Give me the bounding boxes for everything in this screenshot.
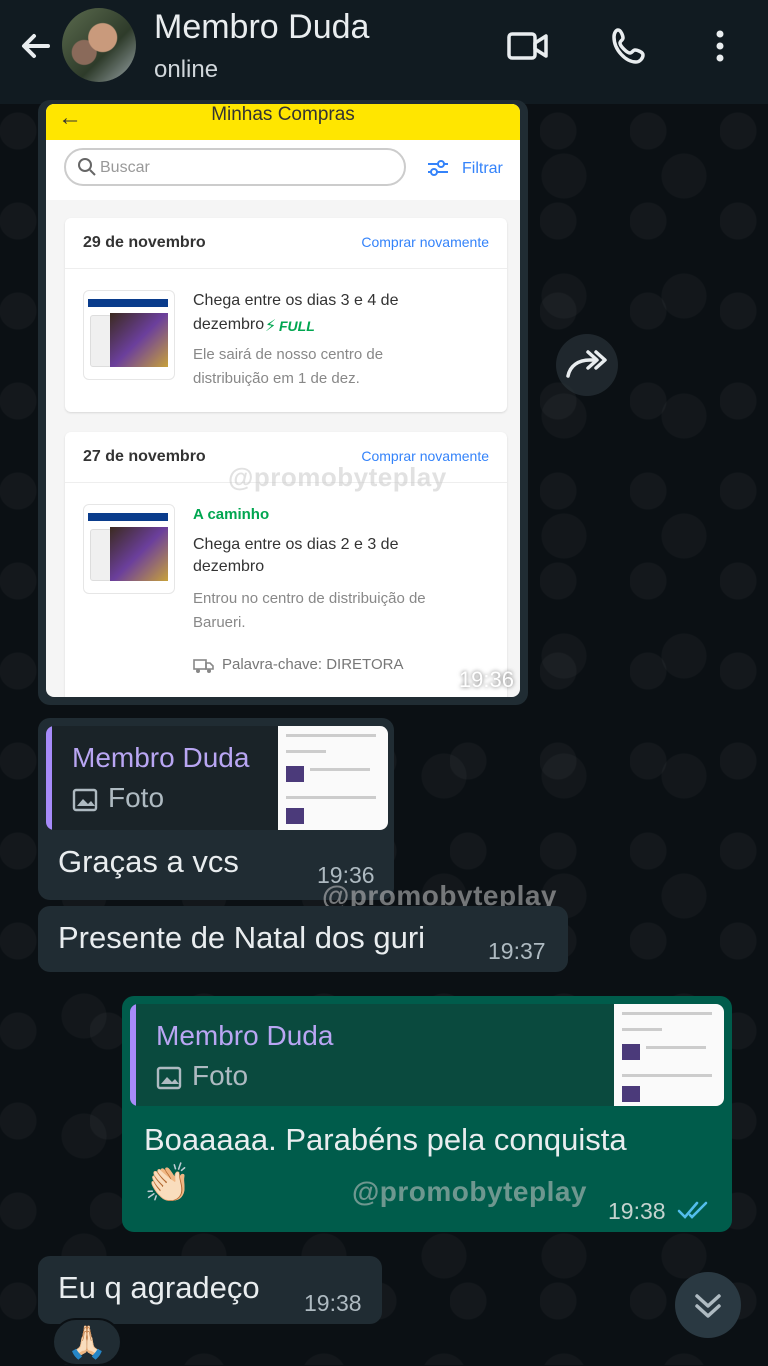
quote-thumbnail	[614, 1004, 724, 1106]
photo-icon	[156, 1066, 182, 1090]
order-eta-line1: Chega entre os dias 2 e 3 de	[193, 536, 399, 553]
message-time: 19:38	[304, 1290, 362, 1316]
order-sub-line2: Barueri.	[193, 614, 246, 631]
screenshot-filter-label: Filtrar	[462, 160, 503, 177]
screenshot-search-field: Buscar	[64, 148, 406, 186]
clapping-emoji: 👏🏻	[144, 1163, 192, 1205]
photo-icon	[72, 788, 98, 812]
order-date: 27 de novembro	[83, 448, 206, 465]
order-eta-line2: dezembro	[193, 316, 265, 333]
chat-header: Membro Duda online	[0, 0, 768, 104]
message-time: 19:38	[608, 1198, 666, 1224]
order-card: 29 de novembro Comprar novamente Chega e…	[65, 218, 507, 412]
message-time: 19:37	[488, 938, 546, 964]
product-image	[83, 504, 175, 594]
buy-again-link: Comprar novamente	[361, 234, 489, 250]
scroll-down-icon	[695, 1294, 721, 1318]
more-vert-icon[interactable]	[698, 24, 742, 68]
contact-status: online	[154, 56, 219, 83]
watermark: @promobyteplay	[228, 462, 447, 492]
quote-author: Membro Duda	[156, 1020, 334, 1051]
back-arrow-icon[interactable]	[16, 26, 56, 66]
order-date: 29 de novembro	[83, 234, 206, 251]
watermark: @promobyteplay	[352, 1176, 588, 1207]
order-eta-line1: Chega entre os dias 3 e 4 de	[193, 292, 399, 309]
quote-type: Foto	[108, 782, 165, 813]
message-reaction[interactable]: 🙏🏻	[52, 1318, 122, 1366]
order-sub-line2: distribuição em 1 de dez.	[193, 370, 360, 387]
quote-type: Foto	[192, 1060, 249, 1091]
forward-icon	[566, 350, 607, 378]
lightning-icon: ⚡	[265, 318, 277, 335]
phone-icon[interactable]	[608, 24, 652, 68]
full-badge: FULL	[279, 318, 315, 334]
double-check-icon	[677, 1201, 708, 1219]
quote-accent-bar	[130, 1004, 136, 1106]
order-keyword: Palavra-chave: DIRETORA	[222, 656, 404, 673]
quoted-message[interactable]: Membro Duda Foto	[130, 1004, 724, 1106]
incoming-message[interactable]: Eu q agradeço 19:38	[38, 1256, 382, 1324]
message-text: Eu q agradeço	[58, 1270, 260, 1305]
quoted-message[interactable]: Membro Duda Foto	[46, 726, 388, 830]
incoming-message[interactable]: Membro Duda Foto Graças a vcs 19:36	[38, 718, 394, 900]
search-icon	[78, 158, 96, 176]
truck-icon	[193, 659, 214, 673]
scroll-down-button[interactable]	[675, 1272, 741, 1338]
screenshot-search-row: Buscar Filtrar	[46, 140, 520, 200]
product-image	[83, 290, 175, 380]
message-text: Presente de Natal dos guri	[58, 920, 426, 955]
filter-icon	[428, 160, 448, 176]
incoming-message[interactable]: Presente de Natal dos guri 19:37	[38, 906, 568, 972]
quote-thumbnail	[278, 726, 388, 830]
order-card-header: 29 de novembro Comprar novamente	[65, 218, 507, 269]
order-status: A caminho	[193, 506, 270, 523]
quote-author: Membro Duda	[72, 742, 250, 773]
order-sub-line1: Ele sairá de nosso centro de	[193, 346, 384, 363]
video-call-icon[interactable]	[506, 24, 550, 68]
screenshot-title: Minhas Compras	[211, 104, 355, 125]
screenshot-search-placeholder: Buscar	[100, 159, 150, 176]
quote-accent-bar	[46, 726, 52, 830]
contact-name[interactable]: Membro Duda	[154, 8, 369, 47]
shared-screenshot[interactable]: ← Minhas Compras Buscar Filtrar 29 de no…	[46, 104, 520, 697]
message-time: 19:36	[458, 667, 514, 692]
message-text: Boaaaaa. Parabéns pela conquista	[144, 1122, 627, 1157]
order-eta-line2: dezembro	[193, 558, 265, 575]
image-message-bubble[interactable]: ← Minhas Compras Buscar Filtrar 29 de no…	[38, 100, 528, 705]
avatar[interactable]	[62, 8, 136, 82]
outgoing-message[interactable]: Membro Duda Foto Boaaaaa. Parabéns pela …	[122, 996, 732, 1232]
order-sub-line1: Entrou no centro de distribuição de	[193, 590, 426, 607]
message-text: Graças a vcs	[58, 844, 239, 879]
forward-button[interactable]	[556, 334, 618, 396]
screenshot-topbar: ← Minhas Compras	[46, 104, 520, 140]
